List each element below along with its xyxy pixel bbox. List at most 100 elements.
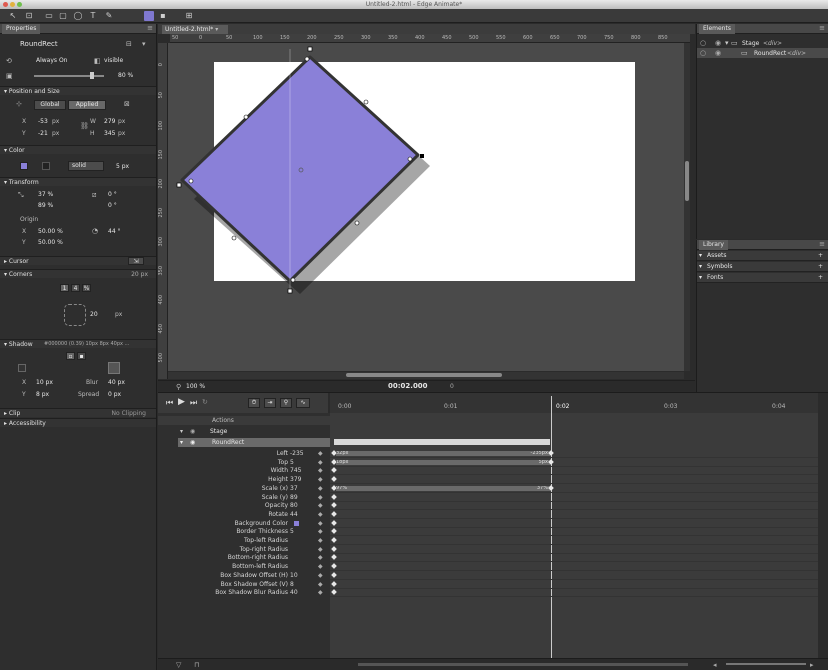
tab-close-icon[interactable]: ▾ <box>215 26 218 33</box>
loop-icon[interactable]: ↻ <box>202 398 208 406</box>
keyframe[interactable] <box>331 580 337 587</box>
timeline-track[interactable] <box>330 588 818 598</box>
keyframe[interactable] <box>331 554 337 561</box>
handle-left-mid[interactable] <box>188 178 194 184</box>
lock-toggle-icon[interactable]: ○ <box>700 39 706 47</box>
fill-color-swatch[interactable] <box>20 162 28 170</box>
add-keyframe-icon[interactable]: ◆ <box>318 553 323 562</box>
add-keyframe-icon[interactable]: ◆ <box>318 545 323 554</box>
round-rect-shape[interactable] <box>180 55 420 283</box>
timeline-track[interactable] <box>330 510 818 519</box>
timeline-property-row[interactable]: Box Shadow Offset (V) 8 ◆ <box>178 580 328 589</box>
handle-top-mid[interactable] <box>304 56 310 62</box>
close-window-icon[interactable] <box>3 2 8 7</box>
pin-icon[interactable]: ⚲ <box>280 398 292 408</box>
fill-color-icon[interactable] <box>144 11 154 21</box>
always-on-select[interactable]: Always On <box>36 57 67 64</box>
keyframe[interactable] <box>331 476 337 482</box>
link-size-icon[interactable]: ⛓ <box>80 122 89 130</box>
library-section-symbols[interactable]: ▾ Symbols + <box>697 262 828 272</box>
keyframe[interactable] <box>331 467 337 474</box>
filter-icon[interactable]: ▽ <box>176 661 181 669</box>
keyframe[interactable] <box>331 493 337 500</box>
corner-mode-button-percent[interactable]: % <box>82 284 91 292</box>
blur-value[interactable]: 40 px <box>108 379 125 386</box>
keyframe[interactable] <box>331 502 337 509</box>
property-value[interactable]: 745 <box>290 466 301 475</box>
snap-icon[interactable]: ⊓ <box>194 661 199 669</box>
keyframe[interactable] <box>331 528 337 535</box>
visible-select[interactable]: visible <box>104 57 123 64</box>
property-value[interactable]: 5 <box>290 458 294 467</box>
text-icon[interactable]: T <box>88 11 98 21</box>
tab-library[interactable]: Library <box>699 240 728 250</box>
h-unit[interactable]: px <box>118 130 125 137</box>
timeline-track[interactable] <box>330 536 818 545</box>
origin-y-value[interactable]: 50.00 % <box>38 239 63 246</box>
opacity-slider-handle[interactable] <box>90 72 94 79</box>
add-keyframe-icon[interactable]: ◆ <box>318 475 323 484</box>
timeline-property-row[interactable]: Left -235 ◆ <box>178 449 328 458</box>
timeline-track[interactable] <box>330 501 818 511</box>
keyframe[interactable] <box>331 537 337 543</box>
property-value[interactable]: -235 <box>290 449 304 458</box>
expand-icon[interactable]: ▾ <box>725 39 729 47</box>
x-unit[interactable]: px <box>52 118 59 125</box>
add-keyframe-icon[interactable]: ◆ <box>318 458 323 467</box>
scale-y-value[interactable]: 89 % <box>38 202 53 209</box>
y-value[interactable]: -21 <box>38 130 48 137</box>
w-unit[interactable]: px <box>118 118 125 125</box>
handle-top-left[interactable] <box>243 114 249 120</box>
add-keyframe-icon[interactable]: ◆ <box>318 562 323 571</box>
minimize-window-icon[interactable] <box>10 2 15 7</box>
timeline-property-row[interactable]: Border Thickness 5 ◆ <box>178 527 328 536</box>
property-value[interactable]: 379 <box>290 475 301 484</box>
corner-unit[interactable]: px <box>115 311 122 318</box>
timeline-scrollbar[interactable] <box>358 663 688 666</box>
shadow-section[interactable]: ▾ Shadow #000000 (0.39) 10px 8px 40px ... <box>0 339 156 348</box>
border-style-select[interactable]: solid <box>68 161 104 171</box>
handle-bottom[interactable] <box>287 288 293 294</box>
position-section[interactable]: ▾ Position and Size <box>0 86 156 95</box>
keyframe[interactable] <box>331 589 337 596</box>
eye-icon[interactable]: ◉ <box>715 39 721 47</box>
property-value[interactable]: 89 <box>290 493 298 502</box>
vertical-scroll-thumb[interactable] <box>685 161 689 201</box>
corners-section[interactable]: ▾ Corners 20 px <box>0 269 156 278</box>
add-keyframe-icon[interactable]: ◆ <box>318 484 323 493</box>
add-keyframe-icon[interactable]: ◆ <box>318 580 323 589</box>
timeline-property-row[interactable]: Top 5 ◆ <box>178 458 328 467</box>
zoom-in-icon[interactable]: ▸ <box>810 661 814 669</box>
accessibility-section[interactable]: ▸ Accessibility <box>0 418 156 427</box>
timeline-track[interactable] <box>330 466 818 476</box>
handle-right[interactable] <box>420 154 424 158</box>
add-keyframe-icon[interactable]: ◆ <box>318 588 323 597</box>
add-keyframe-icon[interactable]: ◆ <box>318 466 323 475</box>
timeline-header[interactable]: 0:00 0:01 0:02 0:03 0:04 <box>330 393 818 413</box>
roundrect-element-name[interactable]: RoundRect <box>754 50 786 57</box>
applied-button[interactable]: Applied <box>68 100 106 110</box>
tab-document[interactable]: Untitled-2.html* ▾ <box>162 25 228 34</box>
zoom-out-icon[interactable]: ◂ <box>713 661 717 669</box>
corner-mode-button-1[interactable]: 1 <box>60 284 69 292</box>
add-keyframe-icon[interactable]: ◆ <box>318 449 323 458</box>
keyframe[interactable] <box>331 511 337 517</box>
eye-icon[interactable]: ◉ <box>715 49 721 57</box>
add-icon[interactable]: ▾ <box>142 40 146 48</box>
timeline-track[interactable] <box>330 553 818 563</box>
stage-row[interactable]: ▾ ◉ Stage <box>158 427 330 436</box>
timeline-property-row[interactable]: Scale (y) 89 ◆ <box>178 493 328 502</box>
timeline-property-row[interactable]: Top-right Radius ◆ <box>178 545 328 554</box>
canvas-horizontal-scrollbar[interactable] <box>168 372 684 379</box>
timeline-property-row[interactable]: Background Color ◆ <box>178 519 328 528</box>
brush-icon[interactable]: ✎ <box>104 11 114 21</box>
timeline-track[interactable] <box>330 580 818 589</box>
timeline-property-row[interactable]: Opacity 80 ◆ <box>178 501 328 510</box>
background-color-swatch[interactable] <box>294 520 299 526</box>
timeline-property-row[interactable]: Box Shadow Blur Radius 40 ◆ <box>178 588 328 597</box>
zoom-icon[interactable]: ⚲ <box>176 383 181 391</box>
timeline-property-row[interactable]: Top-left Radius ◆ <box>178 536 328 545</box>
auto-transition-icon[interactable]: ⇥ <box>264 398 276 408</box>
rectangle-icon[interactable]: ▭ <box>44 11 54 21</box>
corner-radius-value[interactable]: 20 <box>90 311 98 318</box>
